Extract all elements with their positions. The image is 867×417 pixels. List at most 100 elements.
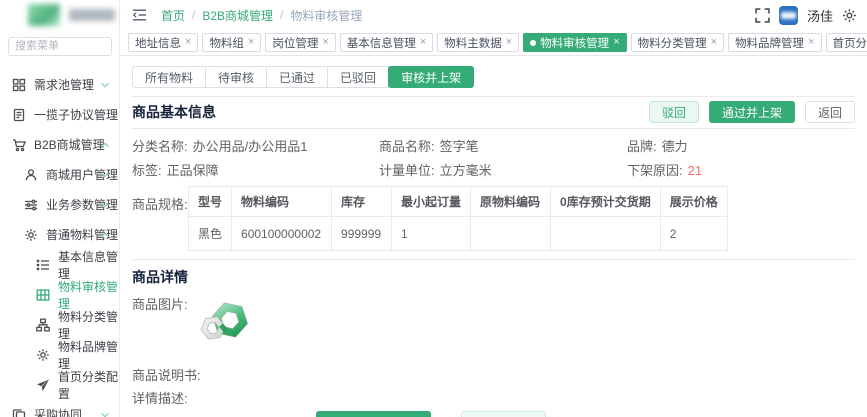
sidebar-item-label: 一揽子协议管理 <box>34 106 118 123</box>
tab-pending-review[interactable]: 待审核 <box>205 66 267 88</box>
sidebar-item-mall-users[interactable]: 商城用户管理 <box>0 160 119 190</box>
col-zero-stock-delivery: 0库存预计交货期 <box>551 187 661 217</box>
grid-icon <box>12 78 26 92</box>
sidebar-item-b2b-mall[interactable]: B2B商城管理 <box>0 130 119 160</box>
tab-review-and-shelve[interactable]: 审核并上架 <box>388 66 474 88</box>
cell-material-code: 600100000002 <box>232 217 332 251</box>
breadcrumb: 首页 / B2B商城管理 / 物料审核管理 <box>161 7 362 24</box>
sidebar-item-label: 物料审核管理 <box>58 278 119 312</box>
sidebar-item-general-material[interactable]: 普通物料管理 <box>0 220 119 250</box>
cell-orig-code <box>471 217 551 251</box>
sidebar-item-agreement[interactable]: 一揽子协议管理 <box>0 100 119 130</box>
username[interactable]: 汤佳 <box>807 6 833 25</box>
tag-post-mgmt[interactable]: 岗位管理 × <box>265 33 335 52</box>
section-title-basic-info: 商品基本信息 <box>132 102 216 122</box>
tag-label: 物料审核管理 <box>540 35 609 51</box>
field-offshelf-reason: 下架原因:21 <box>627 162 855 179</box>
divider <box>132 96 855 97</box>
status-tab-group: 所有物料 待审核 已通过 已驳回 审核并上架 <box>132 66 855 88</box>
breadcrumb-separator: / <box>192 8 195 22</box>
table-icon <box>36 288 50 302</box>
tag-basic-info[interactable]: 基本信息管理× <box>340 33 433 52</box>
sidebar-item-procurement[interactable]: 采购协同 <box>0 400 119 417</box>
reject-button-top[interactable]: 驳回 <box>649 101 699 123</box>
chevron-down-icon <box>100 410 110 417</box>
col-display-price: 展示价格 <box>660 187 727 217</box>
tag-label: 物料组 <box>209 35 244 51</box>
sidebar-item-material-review[interactable]: 物料审核管理 <box>0 280 119 310</box>
cell-model: 黑色 <box>189 217 232 251</box>
spec-table-label: 商品规格: <box>132 186 188 251</box>
top-bar: 首页 / B2B商城管理 / 物料审核管理 汤佳 <box>120 0 867 30</box>
close-icon[interactable]: × <box>322 37 328 48</box>
sidebar-item-demand-pool[interactable]: 需求池管理 <box>0 70 119 100</box>
app-brand-text <box>69 9 115 21</box>
tag-material-category[interactable]: 物料分类管理 × <box>631 33 724 52</box>
col-orig-code: 原物料编码 <box>471 187 551 217</box>
tab-passed[interactable]: 已通过 <box>266 66 328 88</box>
sidebar-item-home-category[interactable]: 首页分类配置 <box>0 370 119 400</box>
breadcrumb-current: 物料审核管理 <box>290 7 362 24</box>
close-icon[interactable]: × <box>506 37 512 48</box>
spec-data-row: 黑色 600100000002 999999 1 2 <box>189 217 728 251</box>
approve-shelve-button-top[interactable]: 通过并上架 <box>709 101 795 123</box>
sidebar-item-business-params[interactable]: 业务参数管理 <box>0 190 119 220</box>
search-input[interactable] <box>8 37 112 56</box>
close-icon[interactable]: × <box>185 37 191 48</box>
section-title-product-detail: 商品详情 <box>132 267 855 287</box>
tag-label: 物料分类管理 <box>638 35 707 51</box>
sidebar-item-label: 物料分类管理 <box>58 308 119 342</box>
col-model: 型号 <box>189 187 232 217</box>
tags-view-bar: 地址信息× 物料组× 岗位管理× 基本信息管理× 物料主数据× 物料审核管理× … <box>120 30 867 56</box>
cart-icon <box>12 138 26 152</box>
collapse-menu-icon[interactable] <box>132 8 147 22</box>
tag-material-review-active[interactable]: 物料审核管理 × <box>523 33 626 52</box>
paper-plane-icon <box>36 378 50 392</box>
sidebar-item-material-category[interactable]: 物料分类管理 <box>0 310 119 340</box>
product-image-thumbnail[interactable] <box>196 294 254 349</box>
chevron-down-icon <box>100 200 110 210</box>
field-product-name: 商品名称:签字笔 <box>379 138 627 155</box>
params-icon <box>24 198 38 212</box>
tag-address-info[interactable]: 地址信息× <box>128 33 198 52</box>
sidebar-item-label: 物料品牌管理 <box>58 338 119 372</box>
tag-material-group[interactable]: 物料组 × <box>202 33 261 52</box>
cell-display-price: 2 <box>660 217 727 251</box>
reject-button-bottom[interactable]: 驳回 <box>461 411 546 417</box>
close-icon[interactable]: × <box>711 37 717 48</box>
tab-all-materials[interactable]: 所有物料 <box>132 66 206 88</box>
avatar[interactable] <box>779 6 798 25</box>
brand-gear-icon <box>36 348 50 362</box>
cell-min-order: 1 <box>392 217 471 251</box>
close-icon[interactable]: × <box>808 37 814 48</box>
settings-gear-icon[interactable] <box>842 8 857 23</box>
tag-label: 岗位管理 <box>272 35 318 51</box>
product-manual-label: 商品说明书: <box>132 365 855 382</box>
col-min-order: 最小起订量 <box>392 187 471 217</box>
tag-material-master[interactable]: 物料主数据 × <box>437 33 519 52</box>
sidebar-item-material-brand[interactable]: 物料品牌管理 <box>0 340 119 370</box>
tag-home-category[interactable]: 首页分类配置× <box>826 33 867 52</box>
basic-info-fields: 分类名称:办公用品/办公用品1 商品名称:签字笔 品牌:德力 标签:正品保障 计… <box>132 138 855 179</box>
fullscreen-icon[interactable] <box>755 8 770 23</box>
sidebar-item-label: 需求池管理 <box>34 76 94 93</box>
breadcrumb-home[interactable]: 首页 <box>161 7 185 24</box>
close-icon[interactable]: × <box>248 37 254 48</box>
sidebar-item-label: 采购协同 <box>34 406 82 417</box>
field-unit: 计量单位:立方毫米 <box>379 162 627 179</box>
approve-shelve-button-bottom[interactable]: 通过并上架 <box>316 411 431 417</box>
tab-rejected[interactable]: 已驳回 <box>327 66 389 88</box>
field-category-name: 分类名称:办公用品/办公用品1 <box>132 138 379 155</box>
product-image-label: 商品图片: <box>132 294 196 349</box>
close-icon[interactable]: × <box>613 37 619 48</box>
close-icon[interactable]: × <box>420 37 426 48</box>
sidebar-item-basic-info[interactable]: 基本信息管理 <box>0 250 119 280</box>
copy-icon <box>12 408 26 417</box>
tag-label: 首页分类配置 <box>833 35 867 51</box>
divider <box>132 128 855 129</box>
cell-stock: 999999 <box>332 217 392 251</box>
tag-label: 物料主数据 <box>444 35 502 51</box>
tag-material-brand[interactable]: 物料品牌管理× <box>728 33 821 52</box>
breadcrumb-section[interactable]: B2B商城管理 <box>202 7 273 24</box>
back-button[interactable]: 返回 <box>805 101 855 123</box>
